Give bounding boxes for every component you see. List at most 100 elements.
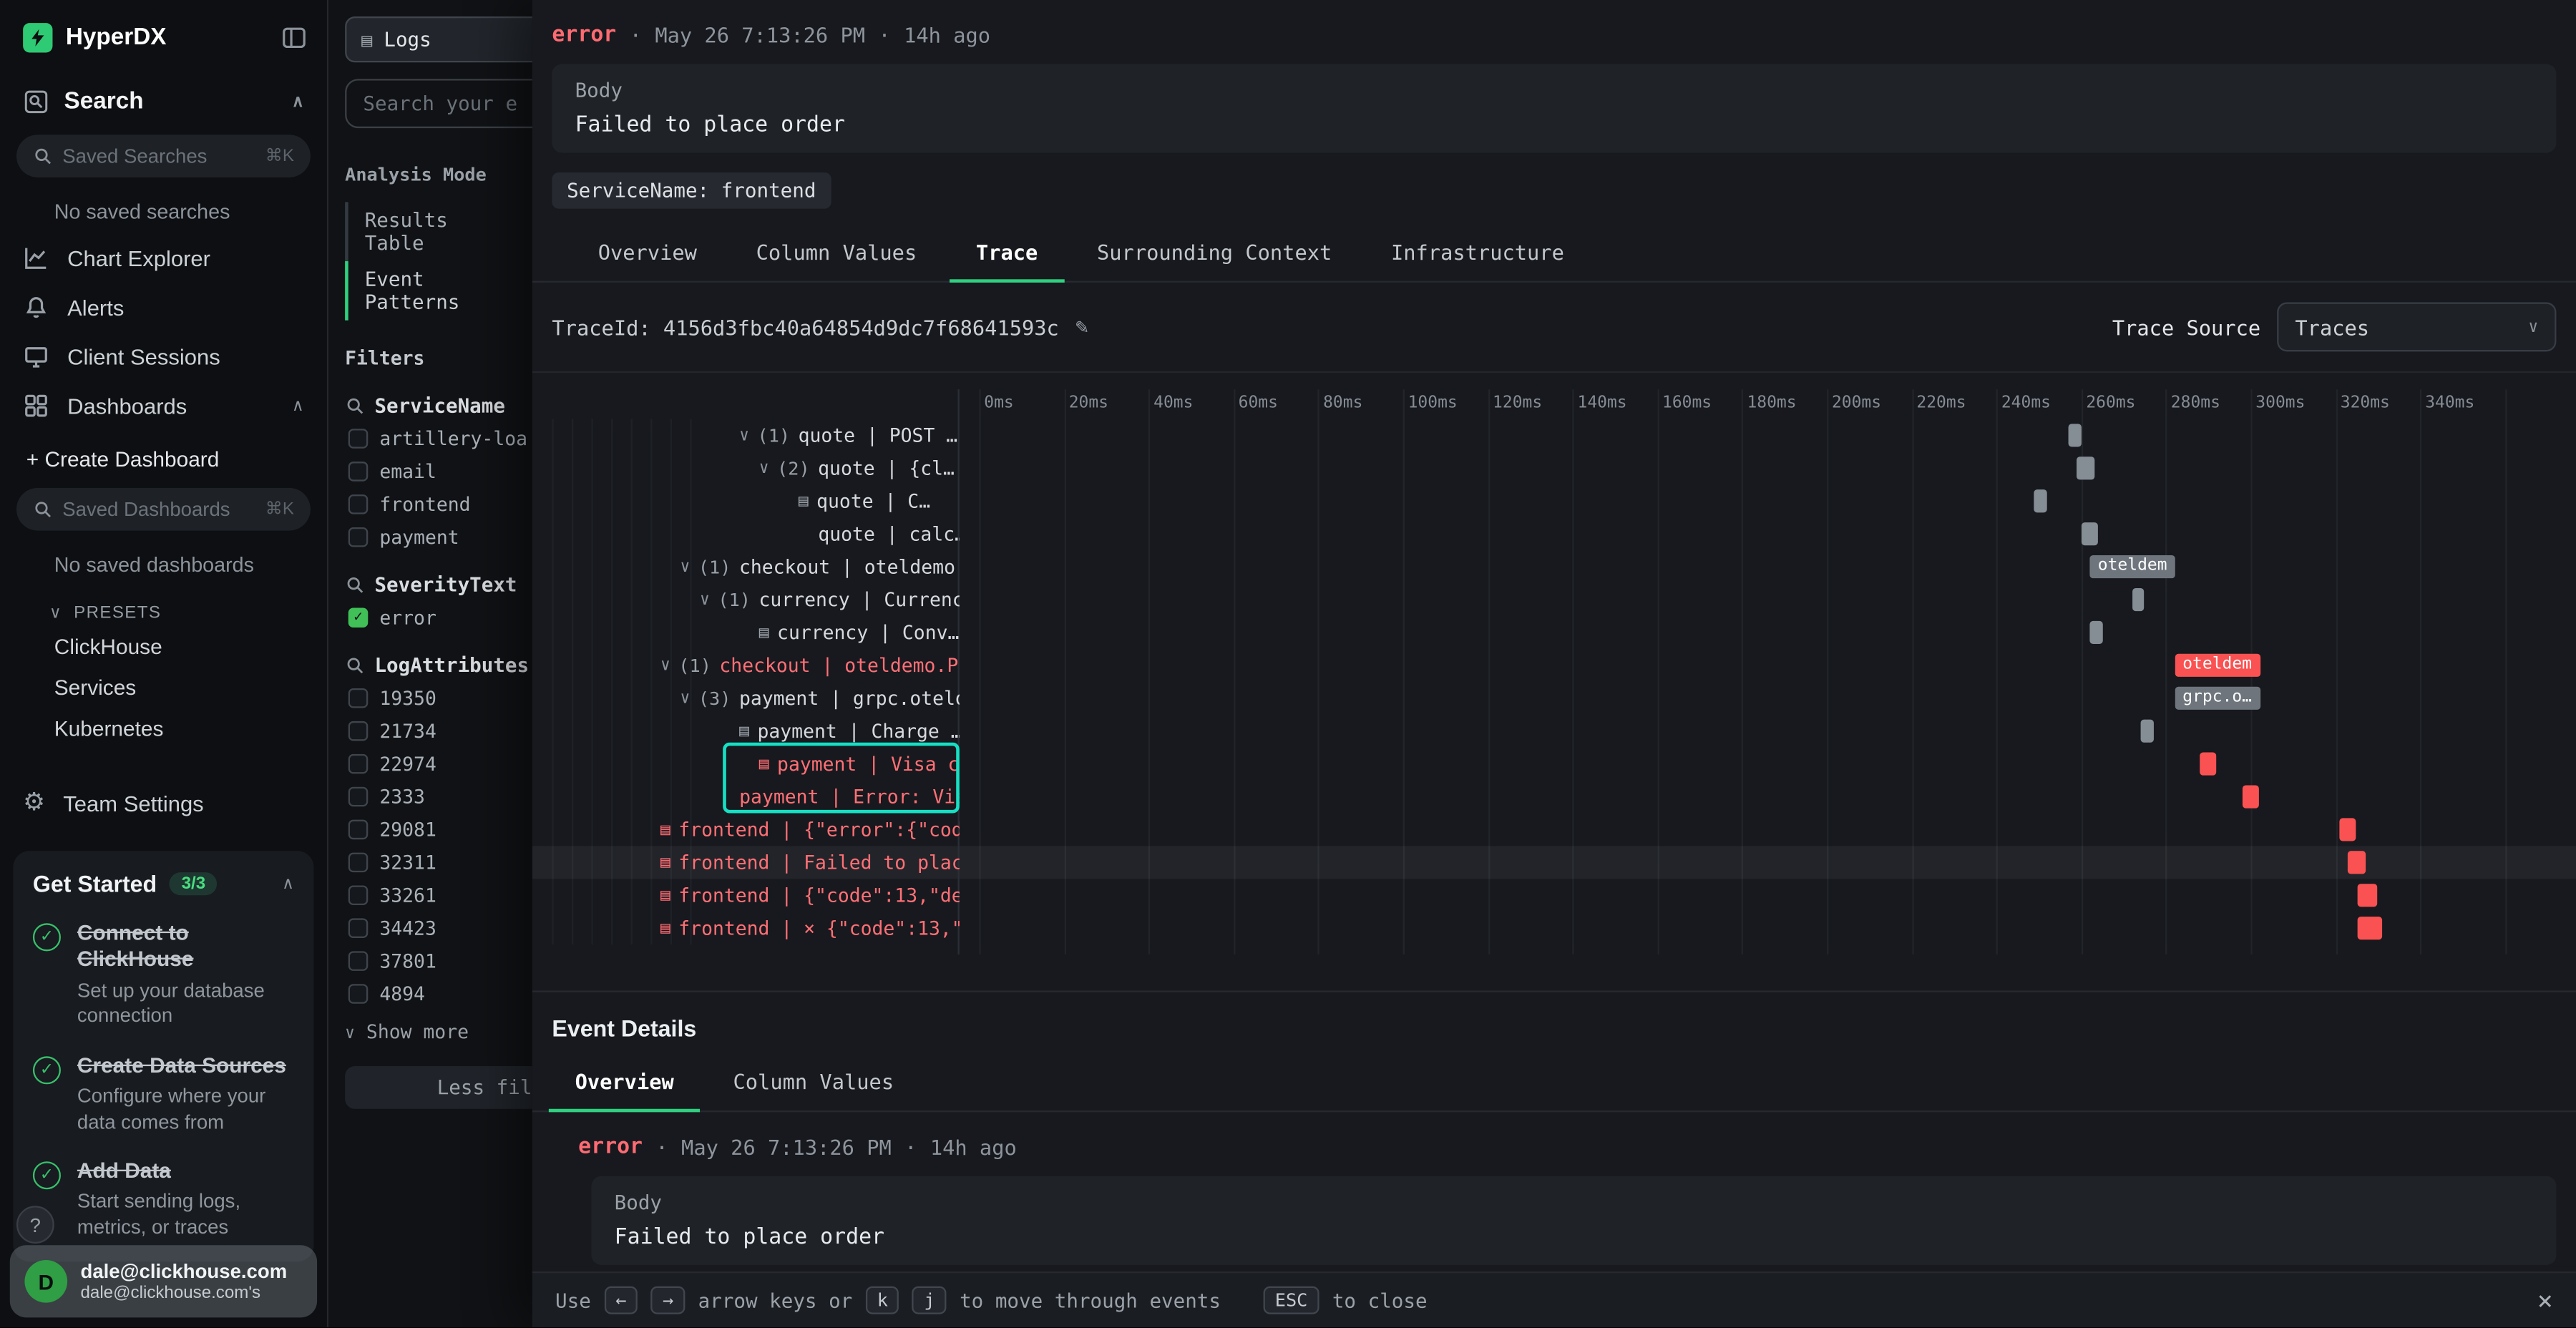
trace-row[interactable]: ∨(1)currency | Currenc… bbox=[532, 583, 2576, 616]
chevron-down-icon[interactable]: ∨ bbox=[680, 557, 691, 575]
trace-row[interactable]: ▤payment | Charge … bbox=[532, 715, 2576, 748]
tab-column-values[interactable]: Column Values bbox=[730, 225, 943, 283]
span-bar[interactable] bbox=[2340, 818, 2357, 841]
checkbox[interactable] bbox=[348, 820, 369, 840]
filter-group-header[interactable]: LogAttributes bbox=[345, 654, 532, 677]
chevron-up-icon[interactable]: ∧ bbox=[292, 396, 304, 414]
trace-row[interactable]: ∨(1)checkout | oteldemo.Pa… oteldem bbox=[532, 649, 2576, 682]
checkbox[interactable] bbox=[348, 886, 369, 906]
filter-option-33261[interactable]: 33261 bbox=[345, 884, 532, 907]
filter-option-34423[interactable]: 34423 bbox=[345, 917, 532, 939]
analysis-mode-event-patterns[interactable]: Event Patterns bbox=[345, 261, 532, 321]
preset-kubernetes[interactable]: Kubernetes bbox=[0, 708, 327, 749]
filter-option-32311[interactable]: 32311 bbox=[345, 851, 532, 874]
span-bar[interactable] bbox=[2089, 621, 2102, 644]
tab-overview[interactable]: Overview bbox=[572, 225, 723, 283]
tab-infrastructure[interactable]: Infrastructure bbox=[1365, 225, 1590, 283]
checkbox[interactable] bbox=[348, 688, 369, 708]
span-bar[interactable]: grpc.o… bbox=[2175, 687, 2260, 710]
ed-tab-overview[interactable]: Overview bbox=[549, 1055, 701, 1112]
filter-option-frontend[interactable]: frontend bbox=[345, 493, 532, 516]
sidebar-item-client-sessions[interactable]: Client Sessions bbox=[0, 332, 327, 381]
get-started-header[interactable]: Get Started 3/3 ∧ bbox=[33, 871, 294, 897]
event-search-input[interactable] bbox=[345, 79, 532, 128]
chevron-down-icon[interactable]: ∨ bbox=[660, 656, 670, 674]
presets-toggle[interactable]: ∨ PRESETS bbox=[0, 587, 327, 626]
tab-trace[interactable]: Trace bbox=[950, 225, 1064, 283]
trace-row-label[interactable]: ∨(3)payment | grpc.oteld… bbox=[532, 682, 960, 715]
filter-option-artillery-loa[interactable]: artillery-loa bbox=[345, 427, 532, 450]
checkbox[interactable] bbox=[348, 754, 369, 774]
checkbox[interactable] bbox=[348, 721, 369, 741]
get-started-item[interactable]: ✓Connect to ClickHouseSet up your databa… bbox=[33, 920, 294, 1030]
checkbox[interactable] bbox=[348, 462, 369, 482]
show-more-button[interactable]: ∨ Show more bbox=[345, 1020, 532, 1043]
trace-row-label[interactable]: ∨(1)checkout | oteldemo.… bbox=[532, 550, 960, 583]
filter-option-21734[interactable]: 21734 bbox=[345, 720, 532, 743]
span-bar[interactable]: oteldem bbox=[2089, 555, 2175, 578]
trace-row[interactable]: ∨(2)quote | {cl… bbox=[532, 451, 2576, 484]
trace-row[interactable]: ▤currency | Conv… bbox=[532, 616, 2576, 649]
filter-option-email[interactable]: email bbox=[345, 460, 532, 483]
span-bar[interactable] bbox=[2348, 851, 2366, 874]
span-bar[interactable]: oteldem bbox=[2175, 654, 2260, 677]
create-dashboard-button[interactable]: + Create Dashboard bbox=[0, 431, 327, 482]
trace-row[interactable]: ▤frontend | {"code":13,"det… bbox=[532, 879, 2576, 912]
trace-row[interactable]: ∨(1)checkout | oteldemo.… oteldem bbox=[532, 550, 2576, 583]
checkbox[interactable] bbox=[348, 918, 369, 938]
help-button[interactable]: ? bbox=[16, 1206, 54, 1244]
source-selector-button[interactable]: ▤ Logs bbox=[345, 16, 532, 62]
trace-row[interactable]: ▤frontend | × {"code":13,"d… bbox=[532, 912, 2576, 944]
span-bar[interactable] bbox=[2243, 785, 2260, 808]
saved-dashboards-search[interactable]: ⌘K bbox=[16, 488, 311, 531]
span-bar[interactable] bbox=[2069, 424, 2082, 446]
filter-option-22974[interactable]: 22974 bbox=[345, 753, 532, 776]
checkbox[interactable] bbox=[348, 984, 369, 1004]
ed-tab-column-values[interactable]: Column Values bbox=[707, 1055, 920, 1112]
hyperdx-logo-icon[interactable] bbox=[23, 23, 52, 52]
trace-row-label[interactable]: quote | calc… bbox=[532, 517, 960, 550]
checkbox[interactable]: ✓ bbox=[348, 607, 369, 628]
edit-icon[interactable]: ✎ bbox=[1075, 315, 1088, 339]
checkbox[interactable] bbox=[348, 527, 369, 547]
trace-row-label[interactable]: ▤frontend | {"code":13,"det… bbox=[532, 879, 960, 912]
trace-source-select[interactable]: Traces ∨ bbox=[2277, 302, 2556, 351]
collapse-sidebar-icon[interactable] bbox=[281, 24, 308, 51]
trace-row[interactable]: ▤quote | C… bbox=[532, 484, 2576, 517]
trace-row-label[interactable]: ∨(1)checkout | oteldemo.Pa… bbox=[532, 649, 960, 682]
trace-row-label[interactable]: ▤frontend | Failed to place… bbox=[532, 846, 960, 879]
get-started-item[interactable]: ✓Add DataStart sending logs, metrics, or… bbox=[33, 1158, 294, 1241]
filter-group-header[interactable]: ServiceName bbox=[345, 394, 532, 417]
chevron-down-icon[interactable]: ∨ bbox=[700, 590, 710, 608]
trace-row[interactable]: ▤payment | Visa ca… bbox=[532, 748, 2576, 781]
filter-option-19350[interactable]: 19350 bbox=[345, 687, 532, 710]
trace-row[interactable]: payment | Error: Visa… bbox=[532, 781, 2576, 814]
close-icon[interactable]: × bbox=[2537, 1284, 2553, 1316]
chevron-up-icon[interactable]: ∧ bbox=[292, 93, 304, 111]
checkbox[interactable] bbox=[348, 787, 369, 807]
get-started-item[interactable]: ✓Create Data SourcesConfigure where your… bbox=[33, 1053, 294, 1136]
tab-surrounding-context[interactable]: Surrounding Context bbox=[1070, 225, 1358, 283]
filter-option-4894[interactable]: 4894 bbox=[345, 982, 532, 1005]
trace-row-label[interactable]: ∨(1)currency | Currenc… bbox=[532, 583, 960, 616]
preset-services[interactable]: Services bbox=[0, 667, 327, 708]
span-bar[interactable] bbox=[2077, 456, 2094, 479]
filter-option-payment[interactable]: payment bbox=[345, 526, 532, 549]
trace-row[interactable]: quote | calc… bbox=[532, 517, 2576, 550]
span-bar[interactable] bbox=[2081, 522, 2098, 545]
saved-searches-input[interactable] bbox=[62, 145, 255, 167]
filter-group-header[interactable]: SeverityText bbox=[345, 573, 532, 596]
filter-option-37801[interactable]: 37801 bbox=[345, 949, 532, 972]
search-section-header[interactable]: Search ∧ bbox=[0, 62, 327, 128]
span-bar[interactable] bbox=[2200, 753, 2217, 776]
analysis-mode-results-table[interactable]: Results Table bbox=[345, 202, 532, 261]
span-bar[interactable] bbox=[2356, 917, 2382, 939]
trace-row-label[interactable]: ▤payment | Charge … bbox=[532, 715, 960, 748]
trace-row[interactable]: ▤frontend | {"error":{"code… bbox=[532, 813, 2576, 846]
filter-option-2333[interactable]: 2333 bbox=[345, 785, 532, 808]
trace-row[interactable]: ∨(1)quote | POST … bbox=[532, 419, 2576, 451]
chevron-up-icon[interactable]: ∧ bbox=[282, 875, 294, 893]
chevron-down-icon[interactable]: ∨ bbox=[680, 689, 691, 707]
service-name-tag[interactable]: ServiceName: frontend bbox=[552, 172, 831, 209]
filter-option-29081[interactable]: 29081 bbox=[345, 818, 532, 841]
